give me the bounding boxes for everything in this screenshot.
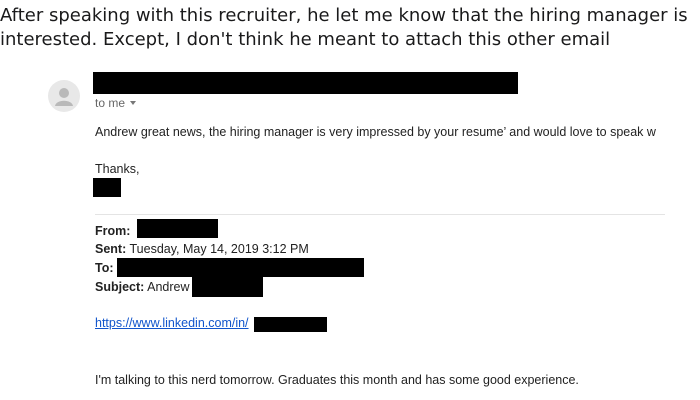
recipient-label: to me: [95, 96, 126, 110]
redacted-sender-name: [93, 72, 518, 94]
subject-value: Andrew: [147, 280, 190, 294]
sent-value: Tuesday, May 14, 2019 3:12 PM: [129, 242, 309, 256]
caption-line-1: After speaking with this recruiter, he l…: [0, 5, 688, 26]
email-signoff: Thanks,: [95, 162, 140, 176]
forwarded-sent-row: Sent: Tuesday, May 14, 2019 3:12 PM: [95, 242, 309, 256]
forwarded-note-text: I'm talking to this nerd tomorrow. Gradu…: [95, 373, 579, 387]
sent-label: Sent:: [95, 242, 127, 256]
chevron-down-icon: [130, 101, 137, 105]
subject-label: Subject:: [95, 280, 145, 294]
redacted-subject-surname: [192, 277, 263, 297]
from-label: From:: [95, 224, 131, 238]
forward-divider: [95, 214, 665, 215]
recipient-details-toggle[interactable]: to me: [95, 96, 137, 110]
email-body-text: Andrew great news, the hiring manager is…: [95, 125, 656, 139]
to-label: To:: [95, 261, 114, 275]
default-avatar-icon: [48, 80, 80, 112]
redacted-signature: [93, 178, 121, 197]
linkedin-profile-link[interactable]: https://www.linkedin.com/in/: [95, 316, 249, 330]
forwarded-from-row: From:: [95, 224, 130, 238]
forwarded-subject-row: Subject: Andrew: [95, 280, 190, 294]
caption-line-2: interested. Except, I don't think he mea…: [0, 29, 611, 50]
redacted-from-value: [137, 219, 218, 238]
forwarded-to-row: To:: [95, 261, 114, 275]
redacted-to-value: [117, 258, 364, 277]
post-caption: After speaking with this recruiter, he l…: [0, 4, 700, 52]
redacted-profile-handle: [254, 317, 327, 332]
